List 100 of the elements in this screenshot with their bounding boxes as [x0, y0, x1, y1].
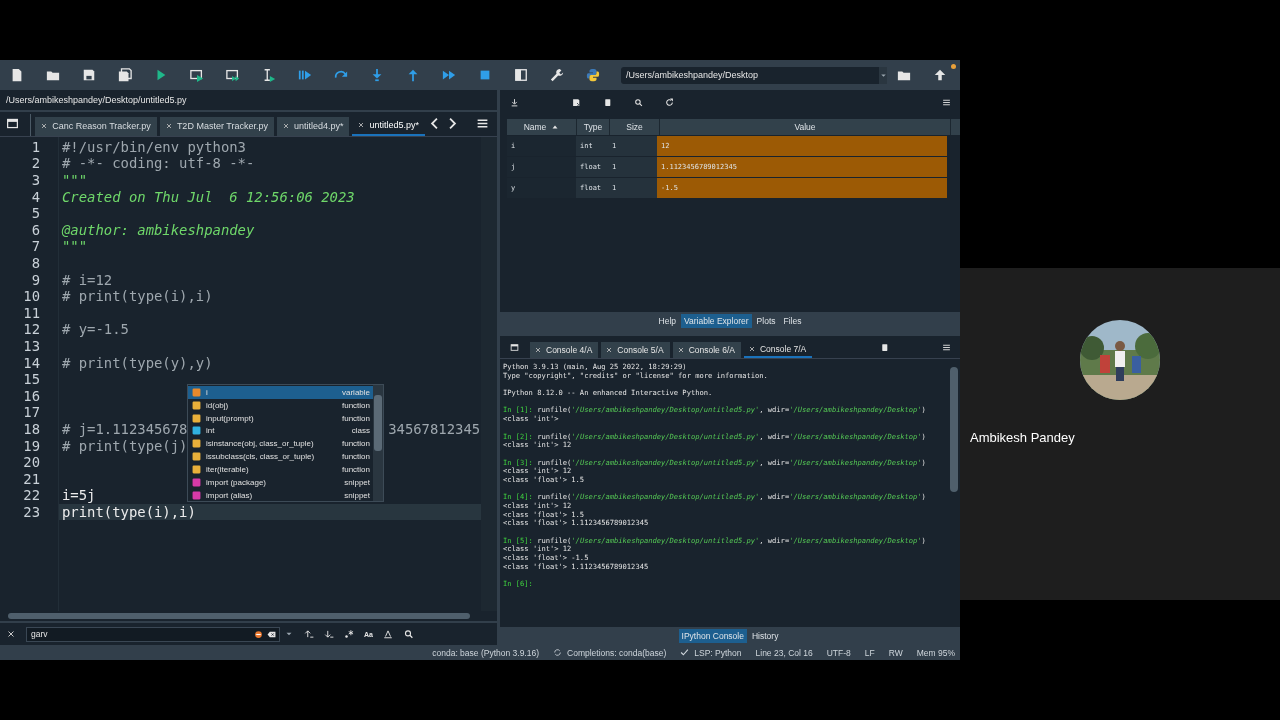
scrollbar-thumb[interactable]	[374, 394, 382, 451]
code-line: """	[62, 238, 88, 255]
completion-item[interactable]: import (alias) snippet	[188, 488, 373, 501]
code-line: # print(type(i),i)	[62, 288, 213, 305]
status-item: LF	[864, 647, 875, 658]
scrollbar-thumb[interactable]	[8, 613, 470, 620]
scrollbar[interactable]	[481, 136, 497, 612]
line-number: 13	[22, 337, 40, 355]
clear-icon[interactable]	[267, 629, 276, 639]
file-path: /Users/ambikeshpandey/Desktop/untitled5.py	[6, 94, 187, 105]
window-icon[interactable]	[6, 116, 19, 130]
code-line: # print(type(y),y)	[62, 354, 213, 372]
new-file-icon[interactable]	[10, 68, 24, 82]
replace-icon[interactable]	[402, 629, 413, 639]
find-previous-icon[interactable]	[304, 629, 314, 639]
close-icon[interactable]	[40, 122, 49, 131]
completion-item[interactable]: input(prompt) function	[188, 411, 373, 425]
completion-item[interactable]: issubclass(cls, class_or_tuple) function	[188, 450, 373, 464]
step-into-icon[interactable]	[370, 68, 384, 82]
import-icon[interactable]	[510, 97, 519, 107]
find-next-icon[interactable]	[324, 629, 334, 639]
line-number: 15	[22, 371, 40, 388]
code-line: # print(type(j)	[62, 437, 188, 455]
editor-tab[interactable]: untitled4.py*	[276, 116, 350, 136]
line-number: 7	[30, 238, 40, 255]
status-item: LSP: Python	[694, 647, 742, 658]
up-arrow-icon[interactable]	[933, 68, 947, 82]
document-icon[interactable]	[880, 342, 889, 352]
class-icon	[192, 426, 201, 436]
status-item: RW	[888, 647, 903, 658]
line-number: 8	[30, 255, 40, 272]
console-tab[interactable]: Console 6/A	[672, 342, 741, 358]
scrollbar-thumb[interactable]	[950, 367, 958, 492]
line-number: 1	[30, 138, 40, 156]
completion-item[interactable]: isinstance(obj, class_or_tuple) function	[188, 437, 373, 451]
cell-play-icon[interactable]	[190, 68, 204, 82]
code-line: # -*- coding: utf-8 -*-	[62, 155, 255, 172]
stop-icon[interactable]	[478, 68, 492, 82]
completion-item[interactable]: i variable	[188, 385, 373, 399]
window-icon[interactable]	[510, 342, 519, 352]
completion-item[interactable]: int class	[188, 424, 373, 438]
copy-icon[interactable]	[603, 97, 612, 107]
line-number: 2	[30, 155, 40, 172]
notification-dot	[951, 64, 956, 69]
step-out-icon[interactable]	[406, 68, 420, 82]
refresh-icon[interactable]	[665, 97, 674, 107]
console-tab[interactable]: Console 5/A	[601, 342, 670, 358]
directory-field[interactable]: /Users/ambikeshpandey/Desktop	[621, 66, 887, 84]
pane-tab[interactable]: Variable Explorer	[681, 314, 752, 328]
regex-icon[interactable]	[344, 629, 354, 639]
status-item: UTF-8	[826, 647, 851, 658]
close-icon[interactable]	[534, 346, 542, 354]
debug-icon[interactable]	[298, 68, 312, 82]
pane-tab[interactable]: Files	[780, 314, 805, 328]
close-icon[interactable]	[357, 121, 366, 130]
completion-item[interactable]: id(obj) function	[188, 398, 373, 412]
maximize-pane-icon[interactable]	[514, 68, 528, 82]
console-tab[interactable]: Console 4/A	[530, 342, 599, 358]
editor-tab[interactable]: Canc Reason Tracker.py	[35, 116, 157, 136]
status-item: Line 23, Col 16	[755, 647, 813, 658]
code-line: 34567812345	[388, 420, 481, 438]
close-icon[interactable]	[676, 346, 685, 354]
line-number: 16	[22, 387, 40, 405]
menu-icon[interactable]	[942, 342, 951, 352]
code-line: # j=1.112345678	[62, 420, 188, 438]
selection-play-icon[interactable]	[262, 68, 276, 82]
cell-play-next-icon[interactable]	[226, 68, 240, 82]
line-number: 22	[22, 487, 40, 504]
console-tab[interactable]: Console 7/A	[743, 342, 813, 358]
no-match-icon	[254, 629, 263, 639]
line-number: 3	[30, 172, 40, 189]
line-number: 17	[22, 404, 40, 421]
search-field[interactable]: garv	[26, 626, 280, 642]
close-icon[interactable]	[164, 122, 173, 131]
pane-tab[interactable]: Help	[655, 314, 679, 328]
sync-icon	[553, 648, 562, 657]
save-icon[interactable]	[82, 68, 96, 82]
close-icon[interactable]	[6, 629, 16, 639]
search-icon[interactable]	[634, 97, 643, 107]
menu-icon[interactable]	[942, 97, 951, 107]
completion-item[interactable]: iter(iterable) function	[188, 463, 373, 477]
close-icon[interactable]	[281, 122, 290, 131]
line-number: 12	[22, 321, 40, 338]
completion-item[interactable]: import (package) snippet	[188, 476, 373, 489]
python-icon[interactable]	[586, 68, 600, 82]
check-icon	[680, 648, 690, 657]
line-number: 21	[22, 470, 40, 488]
pane-tab[interactable]: IPython Console	[678, 629, 747, 643]
save-data-icon[interactable]	[572, 97, 581, 107]
close-icon[interactable]	[605, 346, 614, 354]
close-icon[interactable]	[747, 345, 756, 353]
pane-tab[interactable]: History	[748, 629, 782, 643]
wrench-icon[interactable]	[550, 68, 564, 82]
line-number: 4	[30, 188, 40, 206]
save-all-icon[interactable]	[118, 68, 132, 82]
editor-tab[interactable]: T2D Master Tracker.py	[159, 116, 274, 136]
continue-icon[interactable]	[442, 68, 456, 82]
pane-tab[interactable]: Plots	[753, 314, 779, 328]
line-number: 19	[22, 437, 40, 455]
whole-word-icon[interactable]	[382, 629, 393, 639]
